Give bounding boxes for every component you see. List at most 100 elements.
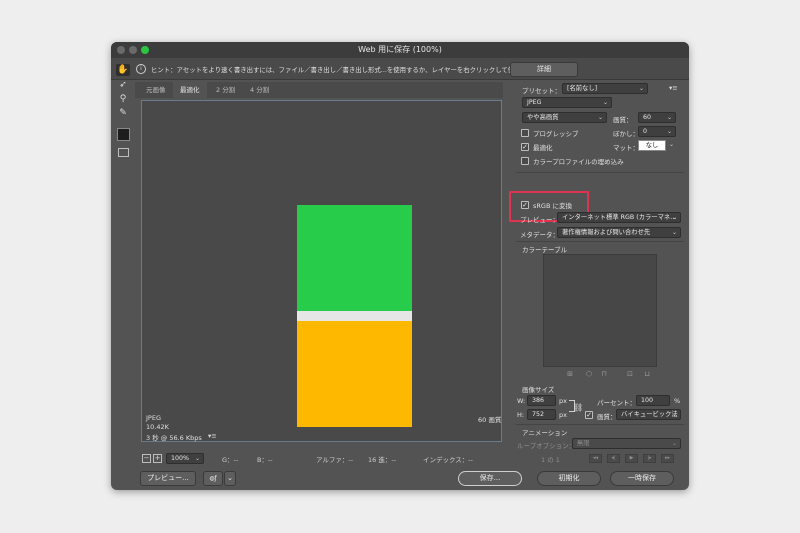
hint-text: ヒント：アセットをより速く書き出すには、ファイル／書き出し／書き出し形式...を… [151, 66, 527, 74]
divider [516, 241, 684, 242]
slice-select-icon[interactable]: ➶ [116, 79, 130, 91]
chevron-down-icon[interactable]: ⌄ [669, 141, 674, 148]
save-button[interactable]: 保存... [458, 471, 522, 486]
color-table-label: カラーテーブル [522, 246, 568, 254]
progressive-checkbox[interactable] [521, 129, 529, 137]
resample-checkbox[interactable]: ✓ [585, 411, 593, 419]
image-filesize: 10.42K [146, 423, 169, 431]
preview-canvas[interactable]: JPEG 10.42K 3 秒 @ 56.6 Kbps ▾≡ 60 画質 [141, 100, 502, 442]
tab-optimized[interactable]: 最適化 [173, 82, 207, 98]
blur-label: ぼかし： [613, 130, 639, 138]
info-icon: i [136, 64, 146, 74]
map-icon[interactable]: ⊞ [566, 370, 574, 378]
quality-level-value: やや高画質 [527, 114, 559, 121]
chevron-down-icon: ⌄ [671, 214, 677, 221]
first-frame-button[interactable]: ◂◂ [589, 454, 602, 463]
eyedropper-icon[interactable]: ✎ [116, 107, 130, 119]
zoom-icon[interactable]: ⚲ [116, 93, 130, 105]
tab-original[interactable]: 元画像 [139, 82, 173, 98]
preview-select[interactable]: インターネット標準 RGB (カラーマネ... ⌄ [557, 212, 681, 223]
preset-label: プリセット： [522, 87, 561, 95]
download-speed-menu[interactable]: ▾≡ [208, 432, 217, 440]
zoom-level-select[interactable]: 100% ⌄ [166, 453, 204, 464]
save-for-web-dialog: Web 用に保存 (100%) i ヒント：アセットをより速く書き出すには、ファ… [111, 42, 689, 490]
link-icon[interactable]: ⛓ [573, 403, 583, 412]
divider [516, 172, 684, 173]
blur-value: 0 [643, 128, 648, 135]
window-title: Web 用に保存 (100%) [358, 45, 442, 54]
metadata-select[interactable]: 著作権情報および問い合わせ先 ⌄ [557, 227, 681, 238]
percent-unit: % [674, 397, 681, 405]
preview-label: プレビュー： [520, 216, 559, 224]
chevron-down-icon: ⌄ [671, 440, 677, 447]
format-value: JPEG [527, 99, 542, 106]
height-unit: px [559, 411, 567, 419]
chevron-down-icon: ⌄ [671, 411, 677, 418]
preset-value: [名前なし] [567, 85, 598, 92]
blue-value: B：-- [257, 456, 273, 464]
preview-value: インターネット標準 RGB (カラーマネ... [562, 214, 677, 221]
chevron-down-icon: ⌄ [194, 455, 200, 462]
quality-value: 60 [643, 114, 652, 121]
quality-level-select[interactable]: やや高画質 ⌄ [522, 112, 607, 123]
optimized-checkbox[interactable]: ✓ [521, 143, 529, 151]
browser-icon[interactable]: ◍ƒ [203, 471, 223, 486]
chevron-down-icon: ⌄ [597, 114, 603, 121]
divider [516, 424, 684, 425]
toggle-slices-icon[interactable] [118, 148, 129, 157]
lock-icon[interactable]: ⊓ [600, 370, 608, 378]
cube-icon[interactable]: ⬡ [585, 370, 593, 378]
loop-options-value: 無限 [577, 440, 590, 447]
optimized-label: 最適化 [533, 144, 553, 152]
embed-profile-checkbox[interactable] [521, 157, 529, 165]
trash-icon[interactable]: ⊔ [643, 370, 651, 378]
zoom-in-button[interactable]: + [153, 454, 162, 463]
preset-select[interactable]: [名前なし] ⌄ [562, 83, 648, 94]
zoom-out-button[interactable]: − [142, 454, 151, 463]
preview-button[interactable]: プレビュー... [140, 471, 196, 486]
progressive-label: プログレッシブ [533, 130, 579, 138]
details-button[interactable]: 詳細 [510, 62, 578, 77]
color-table[interactable] [543, 254, 657, 367]
alpha-value: アルファ：-- [316, 456, 354, 464]
hand-icon[interactable]: ✋ [116, 64, 130, 76]
previous-frame-button[interactable]: ◂| [607, 454, 620, 463]
zoom-level-value: 100% [171, 455, 190, 462]
reset-button[interactable]: 初期化 [537, 471, 601, 486]
chevron-down-icon: ⌄ [666, 128, 672, 135]
image-yellow-block [297, 321, 412, 427]
width-input[interactable]: 386 [527, 395, 556, 406]
metadata-label: メタデータ： [520, 231, 559, 239]
blur-input[interactable]: 0 ⌄ [638, 126, 676, 137]
remember-button[interactable]: 一時保存 [610, 471, 674, 486]
hex-value: 16 進：-- [368, 456, 397, 464]
tab-2-up[interactable]: 2 分割 [209, 82, 242, 98]
resample-value: バイキュービック法 [621, 411, 678, 418]
chevron-down-icon: ⌄ [638, 85, 644, 92]
index-value: インデックス：-- [423, 456, 473, 464]
embed-profile-label: カラープロファイルの埋め込み [533, 158, 624, 166]
frame-counter: 1 の 1 [541, 456, 560, 464]
color-swatch[interactable] [117, 128, 130, 141]
matte-label: マット： [613, 144, 639, 152]
next-frame-button[interactable]: |▸ [643, 454, 656, 463]
resample-select[interactable]: バイキュービック法 ⌄ [616, 409, 681, 420]
image-separator [297, 311, 412, 321]
quality-input[interactable]: 60 ⌄ [638, 112, 676, 123]
height-input[interactable]: 752 [527, 409, 556, 420]
chevron-down-icon: ⌄ [602, 99, 608, 106]
play-button[interactable]: ▶ [625, 454, 638, 463]
image-format: JPEG [146, 414, 161, 422]
new-color-icon[interactable]: ⊡ [626, 370, 634, 378]
chevron-down-icon: ⌄ [666, 114, 672, 121]
format-select[interactable]: JPEG ⌄ [522, 97, 612, 108]
optimize-menu-icon[interactable]: ▾≡ [669, 84, 678, 92]
matte-color[interactable]: なし [638, 140, 666, 151]
loop-options-select[interactable]: 無限 ⌄ [572, 438, 681, 449]
browser-select-chevron-icon[interactable]: ⌄ [224, 471, 236, 486]
height-label: H: [517, 411, 525, 419]
animation-label: アニメーション [522, 429, 568, 437]
percent-input[interactable]: 100 [636, 395, 670, 406]
tab-4-up[interactable]: 4 分割 [243, 82, 276, 98]
last-frame-button[interactable]: ▸▸ [661, 454, 674, 463]
